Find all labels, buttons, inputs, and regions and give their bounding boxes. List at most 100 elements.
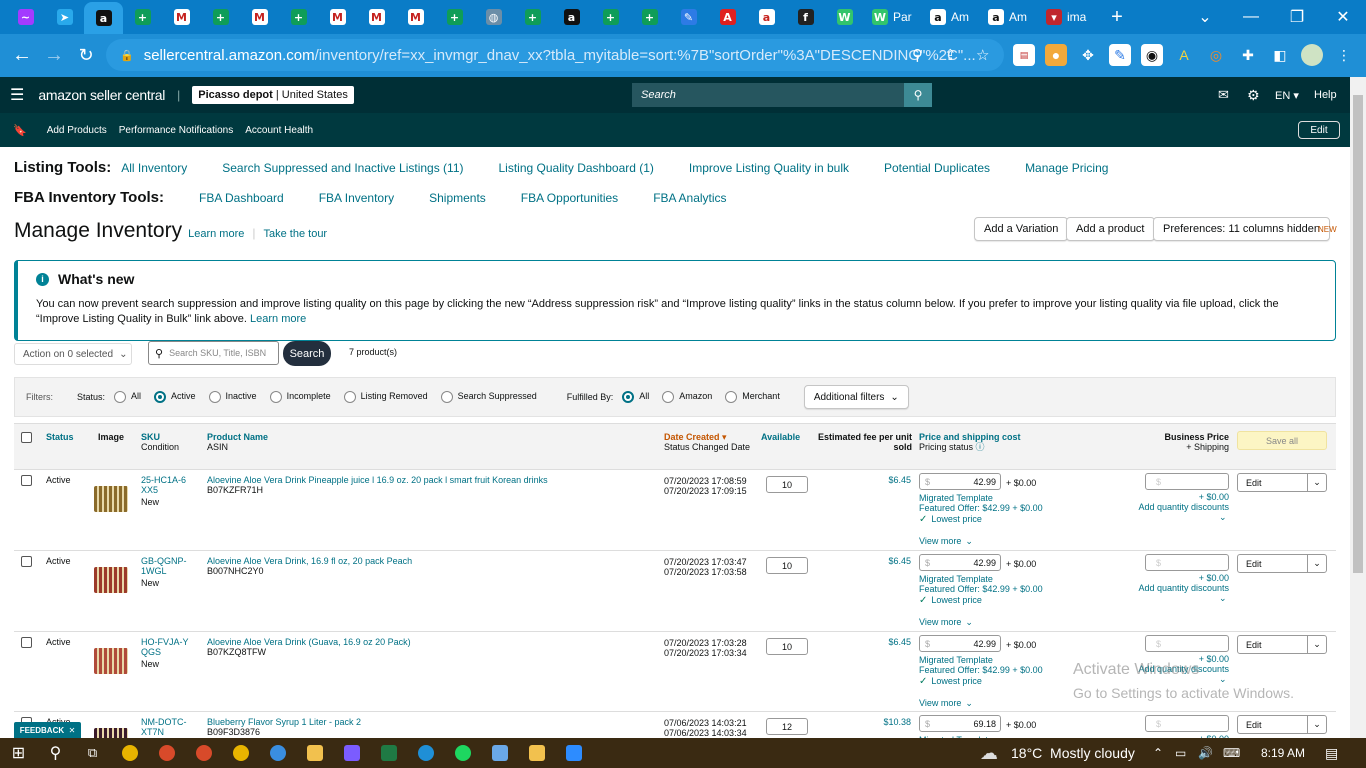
row-checkbox[interactable] [21,475,32,486]
quantity-discounts-link[interactable]: Add quantity discounts [1124,583,1229,593]
radio-button[interactable] [622,391,635,403]
windows-start-icon[interactable]: ⊞ [0,738,37,768]
browser-tab[interactable]: ✎ [669,2,708,32]
row-checkbox[interactable] [21,637,32,648]
menu-icon[interactable]: ⋮ [1333,44,1355,66]
status-filter-option[interactable]: Incomplete [267,391,335,403]
edit-button[interactable]: Edit ⌄ [1237,715,1327,734]
business-price-input[interactable]: $ [1145,554,1229,571]
brand-logo[interactable]: amazon seller central [38,87,165,103]
browser-tab[interactable]: M [318,2,357,32]
fba-tool-link[interactable]: FBA Dashboard [199,191,284,205]
col-status[interactable]: Status [46,432,74,442]
bulk-action-dropdown[interactable]: Action on 0 selected ⌄ [14,343,132,365]
price-input[interactable]: $42.99 [919,473,1001,490]
extension-icon[interactable]: ✥ [1077,44,1099,66]
listing-tool-link[interactable]: All Inventory [121,161,187,175]
avatar[interactable] [1301,44,1323,66]
restore-icon[interactable]: ❐ [1274,0,1320,34]
search-button[interactable]: Search [283,341,331,366]
available-input[interactable]: 10 [766,476,808,493]
chevron-down-icon[interactable]: ⌄ [1308,719,1326,730]
row-product-name[interactable]: Blueberry Flavor Syrup 1 Liter - pack 2 [207,717,627,727]
browser-tab[interactable]: W [825,2,864,32]
product-image[interactable] [94,648,128,674]
business-price-input[interactable]: $ [1145,473,1229,490]
product-image[interactable] [94,567,128,593]
hamburger-icon[interactable]: ☰ [10,85,24,105]
subnav-item[interactable]: Account Health [245,125,313,136]
view-more-link[interactable]: View more ⌄ [919,617,973,627]
search-icon[interactable]: ⚲ [37,738,74,768]
fulfilled-by-option[interactable]: Merchant [722,391,784,403]
col-product-name[interactable]: Product Name [207,432,268,442]
chevron-down-icon[interactable]: ⌄ [1308,639,1326,650]
taskbar-app[interactable] [518,738,555,768]
extension-icon[interactable]: ◎ [1205,44,1227,66]
language-selector[interactable]: EN ▾ [1275,89,1299,102]
browser-tab[interactable]: M [357,2,396,32]
quantity-discounts-link[interactable]: Add quantity discounts [1124,502,1229,512]
radio-button[interactable] [154,391,167,403]
browser-tab[interactable]: ~ [6,2,45,32]
zoom-icon[interactable]: ⚲ [912,46,923,64]
network-icon[interactable]: ▭ [1175,746,1186,760]
edit-button[interactable]: Edit ⌄ [1237,473,1327,492]
forward-icon[interactable]: → [38,40,70,72]
row-sku[interactable]: GB-QGNP-1WGL [141,556,189,576]
available-input[interactable]: 10 [766,557,808,574]
taskbar-app[interactable] [333,738,370,768]
radio-button[interactable] [269,391,282,403]
status-filter-option[interactable]: Active [151,391,200,403]
row-sku[interactable]: 25-HC1A-6XX5 [141,475,189,495]
browser-tab[interactable]: a [84,2,123,34]
browser-tab[interactable]: ◍ [474,2,513,32]
volume-icon[interactable]: 🔊 [1198,746,1213,760]
available-input[interactable]: 12 [766,718,808,735]
browser-tab[interactable]: a Am [980,2,1038,32]
listing-tool-link[interactable]: Potential Duplicates [884,161,990,175]
edit-nav-button[interactable]: Edit [1298,121,1340,139]
tab-search-icon[interactable]: ⌄ [1182,0,1228,34]
taskbar-app[interactable] [481,738,518,768]
listing-tool-link[interactable]: Manage Pricing [1025,161,1108,175]
keyboard-icon[interactable]: ⌨ [1223,746,1240,760]
add-product-button[interactable]: Add a product [1066,217,1155,241]
radio-button[interactable] [725,391,738,403]
row-product-name[interactable]: Aloevine Aloe Vera Drink Pineapple juice… [207,475,627,485]
browser-tab[interactable]: M [240,2,279,32]
page-scrollbar[interactable] [1350,77,1366,738]
taskbar-app[interactable] [185,738,222,768]
business-price-input[interactable]: $ [1145,635,1229,652]
fulfilled-by-option[interactable]: All [619,391,653,403]
weather-label[interactable]: 18°C Mostly cloudy [1011,745,1135,761]
browser-tab[interactable]: W Par [864,2,922,32]
browser-tab[interactable]: + [630,2,669,32]
pricing-template[interactable]: Migrated Template [919,574,993,584]
feedback-button[interactable]: FEEDBACK ✕ [14,722,81,738]
browser-tab[interactable]: M [162,2,201,32]
radio-button[interactable] [114,391,127,403]
col-sku[interactable]: SKU [141,432,160,442]
extension-icon[interactable]: ▤ [1013,44,1035,66]
edit-button[interactable]: Edit ⌄ [1237,554,1327,573]
browser-tab[interactable]: a [552,2,591,32]
close-icon[interactable]: ✕ [1320,0,1366,34]
radio-button[interactable] [208,391,221,403]
notifications-icon[interactable]: ▤ [1325,745,1338,762]
col-price[interactable]: Price and shipping cost [919,432,1021,442]
take-tour-link[interactable]: Take the tour [264,228,328,240]
product-image[interactable] [94,486,128,512]
minimize-icon[interactable]: — [1228,0,1274,34]
chevron-down-icon[interactable]: ⌄ [1308,558,1326,569]
radio-button[interactable] [343,391,356,403]
puzzle-icon[interactable]: ✚ [1237,44,1259,66]
browser-tab[interactable]: + [123,2,162,32]
status-filter-option[interactable]: Listing Removed [341,391,432,403]
product-image[interactable] [94,728,128,738]
row-product-name[interactable]: Aloevine Aloe Vera Drink (Guava, 16.9 oz… [207,637,627,647]
row-sku[interactable]: NM-DOTC-XT7N [141,717,189,737]
mail-icon[interactable]: ✉ [1218,87,1229,103]
save-all-button[interactable]: Save all [1237,431,1327,450]
taskbar-app[interactable] [407,738,444,768]
